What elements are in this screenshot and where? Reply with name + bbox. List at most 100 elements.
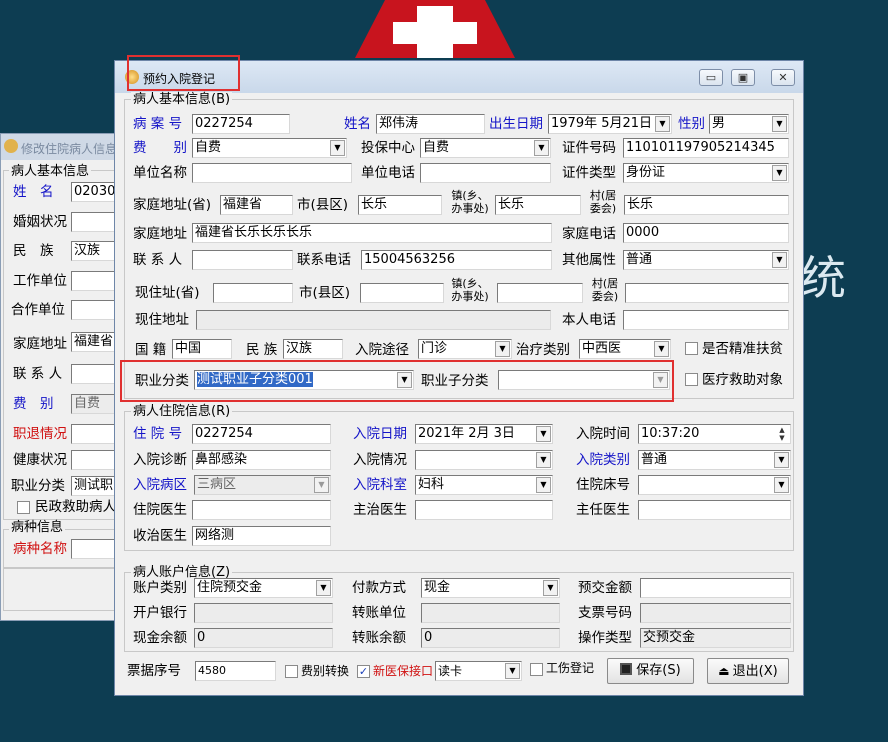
dept-select[interactable]: 妇科 ▼ [415,475,553,495]
diag-input[interactable]: 鼻部感染 [192,450,331,470]
save-button[interactable]: 保存(S) [607,658,694,684]
type-select[interactable]: 普通 ▼ [638,450,791,470]
aid-checkbox[interactable] [685,373,698,386]
new-insurance-checkbox[interactable]: ✓ [357,665,370,678]
cash-bal-input[interactable]: 0 [194,628,333,648]
name-input[interactable]: 郑伟涛 [376,114,485,134]
city-input[interactable]: 长乐 [358,195,442,215]
admit-input[interactable]: 网络测 [192,526,331,546]
poverty-checkbox[interactable] [685,342,698,355]
minimize-button[interactable]: ▭ [699,69,723,86]
cur-addr-input[interactable] [196,310,551,330]
back-name-field[interactable]: 020304 [71,182,119,202]
cheque-input[interactable] [640,603,791,623]
titlebar: 预约入院登记 ▭ ▣ ✕ [115,55,803,93]
cur-city-input[interactable] [360,283,444,303]
chevron-down-icon: ▼ [774,477,789,493]
pay-label: 付款方式 [352,580,406,596]
restore-button[interactable]: ▣ [731,69,755,86]
self-phone-input[interactable] [623,310,789,330]
back-ethnic-field[interactable]: 汉族 [71,241,119,261]
back-fee-field[interactable]: 自费 [71,394,119,414]
treat-label: 治疗类别 [516,342,570,358]
inpatient-info-legend: 病人住院信息(R) [131,404,233,420]
cur-village-label-line1: 村(居 [591,277,619,290]
admission-window: 预约入院登记 ▭ ▣ ✕ 病人基本信息(B) 病 案 号 0227254 姓名 … [114,55,804,696]
treat-select[interactable]: 中西医 ▼ [579,339,671,359]
injury-checkbox[interactable] [530,663,543,676]
back-civil-checkbox[interactable] [17,501,30,514]
cur-village-input[interactable] [625,283,789,303]
town-input[interactable]: 长乐 [495,195,581,215]
receipt-input[interactable]: 4580 [195,661,276,681]
back-marital-field[interactable] [71,212,119,232]
cond-select[interactable]: ▼ [415,450,553,470]
ward-select[interactable]: 三病区 ▼ [194,475,331,495]
reader-select[interactable]: 读卡 ▼ [435,661,522,681]
date-picker[interactable]: 2021年 2月 3日 ▼ [415,424,553,444]
resident-input[interactable] [192,500,331,520]
chevron-down-icon: ▼ [316,580,331,596]
prov-input[interactable]: 福建省 [220,195,293,215]
nation-input[interactable]: 中国 [172,339,232,359]
back-health-field[interactable] [71,450,119,470]
back-addr-field[interactable]: 福建省 [71,332,119,352]
route-select[interactable]: 门诊 ▼ [418,339,512,359]
transfer-bal-input[interactable]: 0 [421,628,560,648]
bed-select[interactable]: ▼ [638,475,791,495]
village-label: 村(居 委会) [583,189,623,215]
op-type-input[interactable]: 交预交金 [640,628,791,648]
dob-picker[interactable]: 1979年 5月21日 ▼ [548,114,672,134]
chief-input[interactable] [638,500,791,520]
cheque-label: 支票号码 [578,605,632,621]
other-select[interactable]: 普通 ▼ [623,250,789,270]
sex-select[interactable]: 男 ▼ [709,114,789,134]
bank-input[interactable] [194,603,333,623]
contact-input[interactable] [192,250,293,270]
cur-addr-label: 现住地址 [135,312,189,328]
back-coop-field[interactable] [71,300,119,320]
back-work-field[interactable] [71,271,119,291]
cur-town-input[interactable] [497,283,583,303]
homeaddr-input[interactable]: 福建省长乐长乐长乐 [192,223,552,243]
no-input[interactable]: 0227254 [192,424,331,444]
insure-select[interactable]: 自费 ▼ [420,138,551,158]
ward-value: 三病区 [197,477,237,492]
pay-select[interactable]: 现金 ▼ [421,578,560,598]
mrn-input[interactable]: 0227254 [192,114,290,134]
cphone-input[interactable]: 15004563256 [361,250,552,270]
unit-input[interactable] [192,163,352,183]
subocc-select[interactable]: ▼ [498,370,670,390]
sex-value: 男 [712,116,726,131]
idno-input[interactable]: 110101197905214345 [623,138,789,158]
ethnic-input[interactable]: 汉族 [283,339,343,359]
fee-convert-checkbox[interactable] [285,665,298,678]
back-contact-field[interactable] [71,364,119,384]
type-value: 普通 [641,452,668,467]
deposit-input[interactable] [640,578,791,598]
spin-arrows-icon[interactable]: ▲ ▼ [775,426,789,442]
acct-type-select[interactable]: 住院预交金 ▼ [194,578,333,598]
back-occ-field[interactable]: 测试职 [71,476,119,496]
acct-type-label: 账户类别 [133,580,187,596]
fee-select[interactable]: 自费 ▼ [192,138,347,158]
transfer-unit-input[interactable] [421,603,560,623]
occ-value: 测试职业子分类001 [197,372,313,387]
attending-input[interactable] [415,500,553,520]
back-retire-field[interactable] [71,424,119,444]
mrn-label: 病 案 号 [133,116,183,132]
homephone-input[interactable]: 0000 [623,223,789,243]
time-input[interactable]: 10:37:20 ▲ ▼ [638,424,791,444]
idtype-select[interactable]: 身份证 ▼ [623,163,789,183]
unitphone-input[interactable] [420,163,551,183]
chevron-down-icon: ▼ [534,140,549,156]
occ-select[interactable]: 测试职业子分类001 ▼ [194,370,414,390]
close-button[interactable]: ✕ [771,69,795,86]
village-input[interactable]: 长乐 [624,195,789,215]
chevron-down-icon: ▼ [774,452,789,468]
back-disease-field[interactable] [71,539,119,559]
exit-button[interactable]: ⏏ 退出(X) [707,658,789,684]
background-watermark: 统 [800,251,846,305]
cond-label: 入院情况 [353,452,407,468]
cur-prov-input[interactable] [213,283,293,303]
